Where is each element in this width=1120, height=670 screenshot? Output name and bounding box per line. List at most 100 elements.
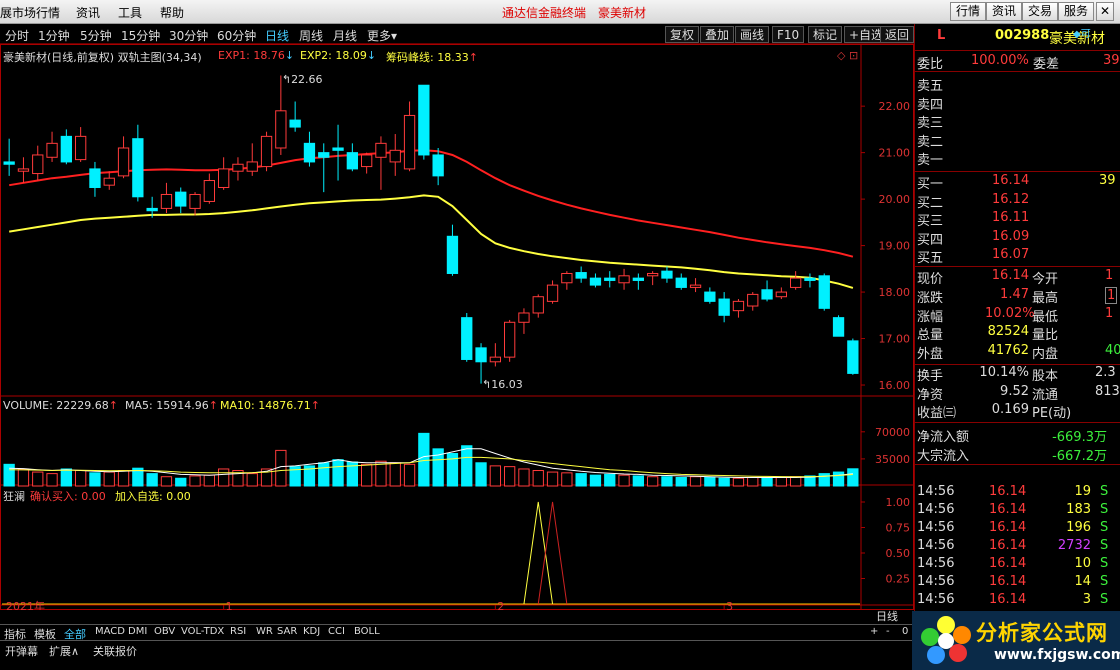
period-tab-30min[interactable]: 30分钟 xyxy=(169,27,208,44)
volume-ma5-label: MA5: 15914.96 xyxy=(125,399,209,412)
stat-row: 现价 16.14 今开 1 xyxy=(915,267,1120,287)
volume-bar-up xyxy=(647,476,659,487)
menu-tools[interactable]: 工具 xyxy=(118,4,142,21)
menu-help[interactable]: 帮助 xyxy=(160,4,184,21)
service-button[interactable]: 服务 xyxy=(1058,2,1095,21)
tab-cci[interactable]: CCI xyxy=(328,626,345,637)
tick-row[interactable]: 14:56 16.14 196 S xyxy=(915,519,1120,537)
arrow-up-icon: ↑ xyxy=(468,51,478,64)
draw-line-button[interactable]: 画线 xyxy=(735,26,770,43)
chart-area[interactable]: 22.00 21.00 20.00 19.00 18.00 17.00 16.00 70000… xyxy=(0,44,914,623)
price-tick-label: 18.00 xyxy=(879,286,911,299)
quote-button[interactable]: 行情 xyxy=(950,2,987,21)
period-tab-timeshare[interactable]: 分时 xyxy=(5,27,29,44)
buy-level-price: 16.11 xyxy=(992,210,1030,225)
tab-dmi[interactable]: DMI xyxy=(128,626,147,637)
volume-bar-down xyxy=(60,468,72,487)
tick-row[interactable]: 14:56 16.14 19 S xyxy=(915,483,1120,501)
candle-down xyxy=(832,317,845,337)
related-quote-button[interactable]: 关联报价 xyxy=(93,643,137,659)
date-label: 2021年 xyxy=(6,599,45,610)
indicator-lines xyxy=(2,501,860,605)
weicha-label: 委差 xyxy=(1033,57,1060,72)
financing-flag-icon: ◆可 xyxy=(1073,29,1091,40)
back-button[interactable]: 返回 xyxy=(880,26,914,43)
trade-button[interactable]: 交易 xyxy=(1022,2,1059,21)
add-watchlist-legend: 加入自选: 0.00 xyxy=(115,490,191,503)
chart-corner-icons[interactable]: ◇ ⊡ xyxy=(837,49,858,62)
date-label: 2 xyxy=(497,600,504,610)
menu-info[interactable]: 资讯 xyxy=(76,4,100,21)
stat-value: 40 xyxy=(1105,343,1120,359)
info-button[interactable]: 资讯 xyxy=(986,2,1023,21)
menu-market[interactable]: 展市场行情 xyxy=(0,4,60,21)
tick-row[interactable]: 14:56 16.14 2732 S xyxy=(915,537,1120,555)
period-tab-monthly[interactable]: 月线 xyxy=(333,27,357,44)
fundamental-label: 换手 xyxy=(917,369,944,384)
tick-volume: 196 xyxy=(1066,520,1091,535)
tick-time: 14:56 xyxy=(917,556,955,571)
candle-down xyxy=(60,135,72,163)
candle-down xyxy=(818,275,830,309)
candle-down xyxy=(175,191,187,207)
stock-code[interactable]: 002988 xyxy=(995,28,1049,43)
fundamental-row: 净资 9.52 流通 813 xyxy=(915,383,1120,403)
zoom-reset-button[interactable]: 0 xyxy=(902,626,908,637)
volume-bar-up xyxy=(732,477,745,487)
f10-button[interactable]: F10 xyxy=(772,26,805,43)
period-tab-daily[interactable]: 日线 xyxy=(265,27,289,44)
tab-macd[interactable]: MACD xyxy=(95,626,125,637)
fund-flow-row: 净流入额 -669.3万 xyxy=(915,425,1120,445)
volume-bar-up xyxy=(46,473,58,487)
exp2-legend: EXP2: 18.09↓ xyxy=(300,49,376,62)
buy-level-row: 买二 16.12 xyxy=(915,191,1120,211)
kline-chart[interactable]: 22.0021.0020.0019.0018.0017.0016.0070000… xyxy=(0,44,914,613)
period-tab-5min[interactable]: 5分钟 xyxy=(80,27,112,44)
weicha-value: 39 xyxy=(1103,53,1120,68)
arrow-up-icon: ↑ xyxy=(208,399,218,412)
tick-row[interactable]: 14:56 16.14 10 S xyxy=(915,555,1120,573)
sell-level-row: 卖五 xyxy=(915,74,1120,94)
zoom-out-button[interactable]: - xyxy=(886,626,890,637)
buy-level-price: 16.12 xyxy=(992,191,1030,207)
overlay-button[interactable]: 叠加 xyxy=(700,26,735,43)
divider xyxy=(915,50,1120,51)
fund-flow-row: 大宗流入 -667.2万 xyxy=(915,444,1120,464)
volume-ma10-legend: MA10: 14876.71↑ xyxy=(220,399,320,412)
tab-sar[interactable]: SAR xyxy=(277,626,297,637)
chart-stock-name: 豪美新材(日线,前复权) xyxy=(3,51,115,64)
tick-row[interactable]: 14:56 16.14 14 S xyxy=(915,573,1120,591)
danmaku-button[interactable]: 开弹幕 xyxy=(5,643,38,659)
webi-value: 100.00% xyxy=(971,53,1029,68)
candle-down xyxy=(589,277,602,286)
tab-vol-tdx[interactable]: VOL-TDX xyxy=(181,626,224,637)
candle-down xyxy=(575,272,587,279)
tab-kdj[interactable]: KDJ xyxy=(303,626,320,637)
window-close-icon[interactable]: ✕ xyxy=(1096,2,1115,21)
tick-row[interactable]: 14:56 16.14 3S xyxy=(915,591,1120,609)
tick-row[interactable]: 14:56 16.14 183 S xyxy=(915,501,1120,519)
date-label: 1 xyxy=(226,600,233,610)
fund-flow-label: 净流入额 xyxy=(917,430,970,445)
fundamental-value: 813 xyxy=(1095,383,1120,399)
period-tab-1min[interactable]: 1分钟 xyxy=(38,27,70,44)
mark-button[interactable]: 标记 xyxy=(808,26,843,43)
candle-down xyxy=(718,298,730,316)
stat-label: 外盘 xyxy=(917,347,944,363)
period-tab-60min[interactable]: 60分钟 xyxy=(217,27,256,44)
fundamental-value: 9.52 xyxy=(1000,383,1029,399)
tab-obv[interactable]: OBV xyxy=(154,626,175,637)
volume-bar-down xyxy=(675,476,687,487)
expand-button[interactable]: 扩展∧ xyxy=(49,643,79,659)
tab-rsi[interactable]: RSI xyxy=(230,626,246,637)
tab-wr[interactable]: WR xyxy=(256,626,273,637)
chip-peak-legend: 筹码峰线: 18.33↑ xyxy=(386,49,478,65)
quote-panel: L 002988 豪美新材 ◆可 委比 100.00% 委差 39 卖五 卖四 卖三… xyxy=(914,24,1120,670)
tab-boll[interactable]: BOLL xyxy=(354,626,380,637)
stat-label: 涨跌 xyxy=(917,290,944,306)
period-tab-more[interactable]: 更多▾ xyxy=(367,27,397,44)
adjust-button[interactable]: 复权 xyxy=(665,26,700,43)
zoom-in-button[interactable]: + xyxy=(870,626,878,637)
period-tab-15min[interactable]: 15分钟 xyxy=(121,27,160,44)
period-tab-weekly[interactable]: 周线 xyxy=(299,27,323,44)
